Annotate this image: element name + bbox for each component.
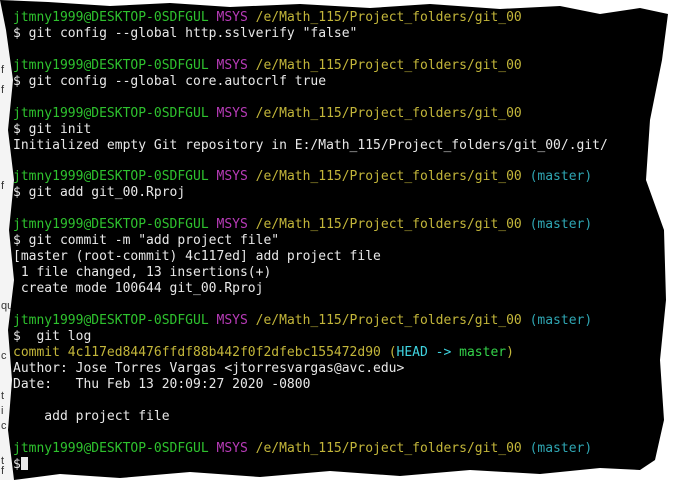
prompt-line: jtmny1999@DESKTOP-0SDFGUL MSYS /e/Math_1… <box>13 169 662 185</box>
ref-arrow: -> <box>427 344 460 360</box>
commit-line: commit 4c117ed84476ffdf88b442f0f2dfebc15… <box>13 345 662 361</box>
prompt-path: /e/Math_115/Project_folders/git_00 <box>255 169 522 185</box>
background-window-text: f <box>1 465 5 477</box>
output-line: 1 file changed, 13 insertions(+) <box>13 265 272 281</box>
message-line: add project file <box>13 408 170 424</box>
prompt-system: MSYS <box>216 57 248 73</box>
prompt-user-host: jtmny1999@DESKTOP-0SDFGUL <box>13 10 209 25</box>
prompt-line: jtmny1999@DESKTOP-0SDFGUL MSYS /e/Math_1… <box>13 58 662 74</box>
input-prompt: $ <box>13 456 21 472</box>
background-window-text: c <box>1 420 7 432</box>
background-window-text: f <box>1 180 5 192</box>
output-line: $ git config --global core.autocrlf true <box>13 73 327 89</box>
output-line: $ git add git_00.Rproj <box>13 185 186 201</box>
background-window-text: i <box>1 405 4 417</box>
background-window-text: f <box>1 64 5 76</box>
output-line: $ git commit -m "add project file" <box>13 233 280 249</box>
prompt-user-host: jtmny1999@DESKTOP-0SDFGUL <box>13 440 209 456</box>
prompt-system: MSYS <box>216 10 248 25</box>
prompt-line: jtmny1999@DESKTOP-0SDFGUL MSYS /e/Math_1… <box>13 217 662 233</box>
prompt-user-host: jtmny1999@DESKTOP-0SDFGUL <box>13 312 209 328</box>
prompt-system: MSYS <box>216 217 248 233</box>
prompt-system: MSYS <box>216 440 248 456</box>
background-window-text: t <box>1 390 5 402</box>
text-cursor <box>20 456 28 470</box>
output-line: Initialized empty Git repository in E:/M… <box>13 137 608 153</box>
prompt-user-host: jtmny1999@DESKTOP-0SDFGUL <box>13 169 209 185</box>
prompt-user-host: jtmny1999@DESKTOP-0SDFGUL <box>13 105 209 121</box>
prompt-user-host: jtmny1999@DESKTOP-0SDFGUL <box>13 217 209 233</box>
prompt-path: /e/Math_115/Project_folders/git_00 <box>255 57 522 73</box>
output-line: create mode 100644 git_00.Rproj <box>13 281 264 297</box>
date-line: Date: Thu Feb 13 20:09:27 2020 -0800 <box>13 376 311 392</box>
prompt-branch: (master) <box>529 169 593 185</box>
prompt-line: jtmny1999@DESKTOP-0SDFGUL MSYS /e/Math_1… <box>13 441 662 457</box>
output-line: [master (root-commit) 4c117ed] add proje… <box>13 249 381 265</box>
prompt-user-host: jtmny1999@DESKTOP-0SDFGUL <box>13 57 209 73</box>
prompt-system: MSYS <box>216 169 248 185</box>
commit-hash: commit 4c117ed84476ffdf88b442f0f2dfebc15… <box>13 344 389 360</box>
head-ref: HEAD <box>396 344 428 360</box>
author-line: Author: Jose Torres Vargas <jtorresvarga… <box>13 360 405 376</box>
prompt-path: /e/Math_115/Project_folders/git_00 <box>255 105 522 121</box>
paren-open: ( <box>388 344 397 360</box>
input-line[interactable]: $ <box>13 456 662 473</box>
prompt-line: jtmny1999@DESKTOP-0SDFGUL MSYS /e/Math_1… <box>13 10 662 26</box>
prompt-system: MSYS <box>216 105 248 121</box>
output-line: $ git init <box>13 121 92 137</box>
command-line: $ git log <box>13 328 92 344</box>
output-line: $ git config --global http.sslverify "fa… <box>13 26 358 41</box>
prompt-path: /e/Math_115/Project_folders/git_00 <box>255 312 522 328</box>
terminal-window[interactable]: jtmny1999@DESKTOP-0SDFGUL MSYS /e/Math_1… <box>0 0 668 480</box>
prompt-branch: (master) <box>529 440 593 456</box>
paren-close: ) <box>506 344 514 360</box>
prompt-line: jtmny1999@DESKTOP-0SDFGUL MSYS /e/Math_1… <box>13 313 662 329</box>
branch-ref: master <box>459 344 507 360</box>
prompt-system: MSYS <box>216 312 248 328</box>
background-window-text: f <box>1 84 5 96</box>
screenshot: f f f qu c t i c t f jtmny1999@DESKTOP-0SDFGUL MS… <box>0 0 674 480</box>
prompt-line: jtmny1999@DESKTOP-0SDFGUL MSYS /e/Math_1… <box>13 106 662 122</box>
prompt-path: /e/Math_115/Project_folders/git_00 <box>255 217 522 233</box>
prompt-branch: (master) <box>529 217 593 233</box>
background-window-text: c <box>1 350 7 362</box>
prompt-path: /e/Math_115/Project_folders/git_00 <box>255 440 522 456</box>
prompt-path: /e/Math_115/Project_folders/git_00 <box>255 10 522 25</box>
prompt-branch: (master) <box>529 312 593 328</box>
